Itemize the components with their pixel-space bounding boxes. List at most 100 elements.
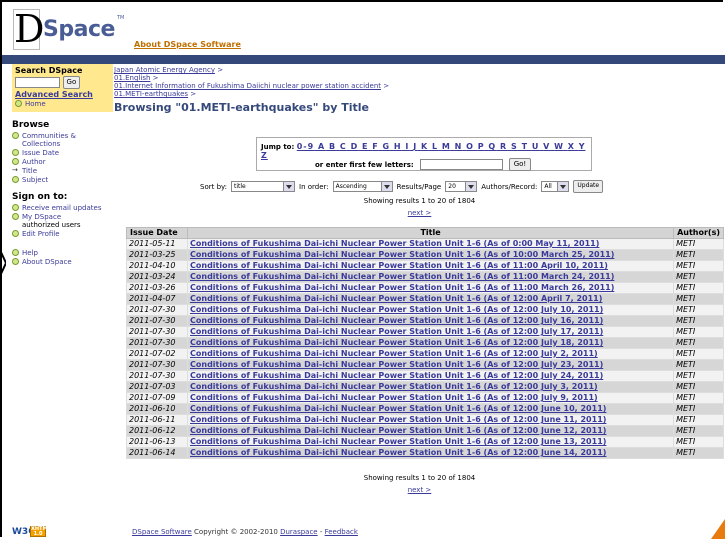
breadcrumb-item[interactable]: Japan Atomic Energy Agency xyxy=(114,66,215,74)
sidebar-item-author[interactable]: Author xyxy=(12,158,111,166)
item-title-link[interactable]: Conditions of Fukushima Dai-ichi Nuclear… xyxy=(190,305,603,314)
author-cell: METI xyxy=(673,293,724,305)
receive-email-link[interactable]: Receive email updates xyxy=(22,204,101,212)
sidebar-item-title[interactable]: → Title xyxy=(12,167,111,176)
about-dspace-software-link[interactable]: About DSpace Software xyxy=(134,40,241,49)
column-header-title[interactable]: Title xyxy=(186,227,675,239)
jump-letter-r[interactable]: R xyxy=(500,142,507,151)
first-letters-input[interactable] xyxy=(419,159,503,170)
jump-to-box: Jump to: 0-9 A B C D E F G H I J K L M N… xyxy=(256,137,592,171)
item-title-link[interactable]: Conditions of Fukushima Dai-ichi Nuclear… xyxy=(190,338,603,347)
jump-letter-f[interactable]: F xyxy=(372,142,378,151)
item-title-link[interactable]: Conditions of Fukushima Dai-ichi Nuclear… xyxy=(190,239,599,248)
item-title-link[interactable]: Conditions of Fukushima Dai-ichi Nuclear… xyxy=(190,382,598,391)
update-button[interactable]: Update xyxy=(573,180,604,193)
jump-letter-h[interactable]: H xyxy=(394,142,402,151)
issue-date-cell: 2011-07-30 xyxy=(126,304,188,316)
jump-letter-w[interactable]: W xyxy=(554,142,564,151)
jump-letter-m[interactable]: M xyxy=(442,142,451,151)
jump-letter-i[interactable]: I xyxy=(405,142,409,151)
duraspace-link[interactable]: Duraspace xyxy=(280,528,318,536)
advanced-search-link[interactable]: Advanced Search xyxy=(15,90,110,99)
sidebar-item-my-dspace[interactable]: My DSpace authorized users xyxy=(12,213,111,229)
search-input[interactable] xyxy=(15,77,60,88)
column-header-authors[interactable]: Author(s) xyxy=(673,227,724,239)
jump-letter-v[interactable]: V xyxy=(543,142,550,151)
authors-per-record-select[interactable]: All xyxy=(541,181,570,192)
sidebar-item-about[interactable]: About DSpace xyxy=(12,258,111,266)
subject-link[interactable]: Subject xyxy=(22,176,48,184)
item-title-link[interactable]: Conditions of Fukushima Dai-ichi Nuclear… xyxy=(190,371,603,380)
sidebar-item-home[interactable]: Home xyxy=(15,100,110,108)
item-title-link[interactable]: Conditions of Fukushima Dai-ichi Nuclear… xyxy=(190,393,598,402)
item-title-link[interactable]: Conditions of Fukushima Dai-ichi Nuclear… xyxy=(190,316,603,325)
jump-letter-z[interactable]: Z xyxy=(261,151,268,160)
jump-letter-o[interactable]: O xyxy=(466,142,474,151)
item-title-link[interactable]: Conditions of Fukushima Dai-ichi Nuclear… xyxy=(190,272,614,281)
item-title-link[interactable]: Conditions of Fukushima Dai-ichi Nuclear… xyxy=(190,415,606,424)
jump-letter-t[interactable]: T xyxy=(522,142,528,151)
results-per-page-select[interactable]: 20 xyxy=(445,181,478,192)
jump-letter-0-9[interactable]: 0-9 xyxy=(297,142,314,151)
jump-letter-x[interactable]: X xyxy=(568,142,575,151)
jump-letter-y[interactable]: Y xyxy=(579,142,586,151)
item-title-link[interactable]: Conditions of Fukushima Dai-ichi Nuclear… xyxy=(190,404,606,413)
column-header-issue-date[interactable]: Issue Date xyxy=(126,227,188,239)
issue-date-cell: 2011-07-09 xyxy=(126,392,188,404)
jump-letter-k[interactable]: K xyxy=(421,142,428,151)
jump-letter-b[interactable]: B xyxy=(329,142,336,151)
feedback-link[interactable]: Feedback xyxy=(325,528,358,536)
jump-letter-g[interactable]: G xyxy=(383,142,391,151)
breadcrumb-item[interactable]: 01.Internet Information of Fukushima Dai… xyxy=(114,82,381,90)
item-title-link[interactable]: Conditions of Fukushima Dai-ichi Nuclear… xyxy=(190,250,614,259)
jump-letter-d[interactable]: D xyxy=(351,142,359,151)
sort-by-select[interactable]: title xyxy=(231,181,296,192)
sidebar-item-help[interactable]: Help xyxy=(12,249,111,257)
jump-letter-q[interactable]: Q xyxy=(488,142,496,151)
title-link[interactable]: Title xyxy=(22,167,37,175)
jump-go-button[interactable]: Go! xyxy=(508,158,532,171)
sidebar-item-edit-profile[interactable]: Edit Profile xyxy=(12,230,111,238)
jump-letter-p[interactable]: P xyxy=(478,142,485,151)
jump-letter-c[interactable]: C xyxy=(340,142,347,151)
item-title-link[interactable]: Conditions of Fukushima Dai-ichi Nuclear… xyxy=(190,283,614,292)
item-title-link[interactable]: Conditions of Fukushima Dai-ichi Nuclear… xyxy=(190,426,606,435)
table-row: 2011-05-11 Conditions of Fukushima Dai-ic… xyxy=(126,238,724,250)
item-title-link[interactable]: Conditions of Fukushima Dai-ichi Nuclear… xyxy=(190,261,608,270)
w3c-xhtml-badge[interactable]: W3C XHTML 1.0 xyxy=(12,525,51,539)
authors-per-record-label: Authors/Record: xyxy=(481,182,538,191)
dspace-logo-text[interactable]: Space xyxy=(43,17,115,42)
my-dspace-link[interactable]: My DSpace xyxy=(22,213,61,221)
search-go-button[interactable]: Go xyxy=(62,76,81,89)
jump-letter-s[interactable]: S xyxy=(511,142,518,151)
item-title-link[interactable]: Conditions of Fukushima Dai-ichi Nuclear… xyxy=(190,360,603,369)
breadcrumb-item[interactable]: 01.English xyxy=(114,74,150,82)
communities-link[interactable]: Communities & Collections xyxy=(22,132,111,148)
sidebar-item-subject[interactable]: Subject xyxy=(12,176,111,184)
home-link[interactable]: Home xyxy=(25,100,46,108)
edit-profile-link[interactable]: Edit Profile xyxy=(22,230,60,238)
item-title-link[interactable]: Conditions of Fukushima Dai-ichi Nuclear… xyxy=(190,294,602,303)
jump-letter-u[interactable]: U xyxy=(532,142,540,151)
item-title-link[interactable]: Conditions of Fukushima Dai-ichi Nuclear… xyxy=(190,327,603,336)
issue-date-link[interactable]: Issue Date xyxy=(22,149,59,157)
item-title-link[interactable]: Conditions of Fukushima Dai-ichi Nuclear… xyxy=(190,349,598,358)
item-title-link[interactable]: Conditions of Fukushima Dai-ichi Nuclear… xyxy=(190,437,606,446)
jump-letter-n[interactable]: N xyxy=(455,142,463,151)
dspace-software-link[interactable]: DSpace Software xyxy=(132,528,192,536)
jump-letter-j[interactable]: J xyxy=(413,142,417,151)
jump-letter-l[interactable]: L xyxy=(432,142,438,151)
about-dspace-link[interactable]: About DSpace xyxy=(22,258,72,266)
item-title-link[interactable]: Conditions of Fukushima Dai-ichi Nuclear… xyxy=(190,448,606,457)
sidebar-item-issue-date[interactable]: Issue Date xyxy=(12,149,111,157)
sidebar-item-receive-email[interactable]: Receive email updates xyxy=(12,204,111,212)
jump-letter-a[interactable]: A xyxy=(318,142,325,151)
sidebar-item-communities[interactable]: Communities & Collections xyxy=(12,132,111,148)
jump-letter-e[interactable]: E xyxy=(362,142,368,151)
breadcrumb-item[interactable]: 01.METI-earthquakes xyxy=(114,90,188,98)
table-row: 2011-07-30 Conditions of Fukushima Dai-ic… xyxy=(126,326,724,338)
help-link[interactable]: Help xyxy=(22,249,38,257)
dspace-logo-letter[interactable]: D xyxy=(13,9,44,50)
order-select[interactable]: Ascending xyxy=(332,181,393,192)
author-link[interactable]: Author xyxy=(22,158,46,166)
